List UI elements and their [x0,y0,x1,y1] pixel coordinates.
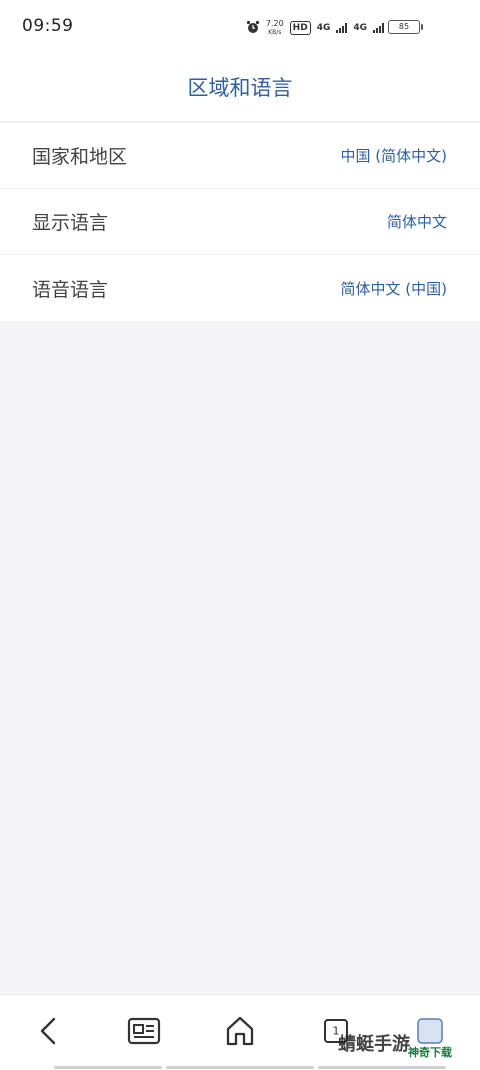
menu-icon [417,1018,443,1044]
watermark-text: 蜻蜓手游 [338,1034,410,1055]
status-bar: 09:59 7.20 KB/s HD 4G 4G 85 [0,0,480,54]
news-button[interactable] [124,1013,164,1049]
network-type-1: 4G [316,23,331,33]
setting-value: 简体中文 [386,213,447,231]
status-time: 09:59 [22,16,74,36]
setting-label: 显示语言 [32,212,109,234]
alarm-icon [246,20,260,37]
speed-unit: KB/s [268,29,282,36]
setting-country-region[interactable]: 国家和地区 中国 (简体中文) [0,123,480,189]
settings-list: 国家和地区 中国 (简体中文) 显示语言 简体中文 语音语言 简体中文 (中国) [0,123,480,321]
news-icon [127,1017,161,1045]
watermark-sub: 神奇下载 [408,1046,452,1059]
nav-divider [54,1066,162,1069]
back-arrow-icon [40,1017,56,1045]
network-speed: 7.20 KB/s [266,19,284,37]
setting-label: 国家和地区 [32,146,128,168]
nav-divider [166,1066,314,1069]
back-button[interactable] [28,1013,68,1049]
status-icons: 7.20 KB/s HD 4G 4G [246,16,384,40]
signal-icon [373,23,384,33]
setting-voice-language[interactable]: 语音语言 简体中文 (中国) [0,255,480,321]
setting-label: 语音语言 [32,278,109,301]
battery-level: 85 [398,22,410,31]
setting-display-language[interactable]: 显示语言 简体中文 [0,189,480,255]
page-title: 区域和语言 [187,76,293,100]
speed-value: 7.20 [265,19,284,28]
top-bar: 09:59 7.20 KB/s HD 4G 4G 85 区域和语言 [0,0,480,122]
network-type-2: 4G [353,23,367,33]
battery-icon: 85 [388,20,423,34]
home-button[interactable] [220,1013,260,1049]
setting-value: 中国 (简体中文) [340,147,447,165]
hd-badge: HD [289,21,311,35]
setting-value: 简体中文 (中国) [340,279,447,298]
nav-divider [318,1066,446,1069]
signal-icon [336,23,348,33]
home-icon [226,1016,254,1046]
